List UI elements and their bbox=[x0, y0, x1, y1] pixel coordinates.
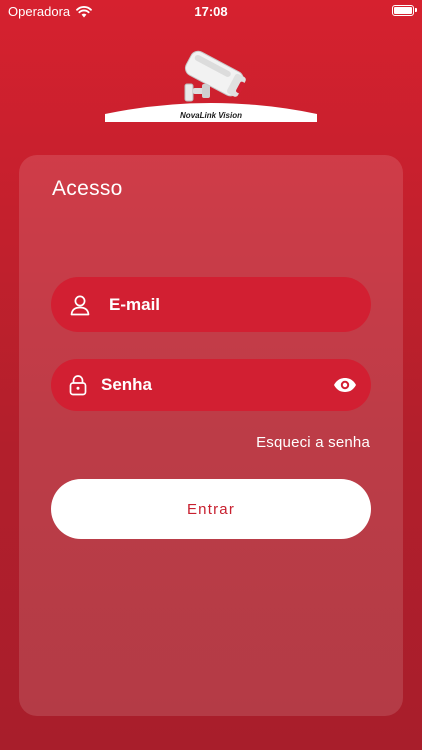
password-input[interactable] bbox=[101, 359, 321, 411]
app-logo: NovaLink Vision bbox=[105, 48, 317, 126]
login-title: Acesso bbox=[52, 177, 123, 200]
battery-icon bbox=[392, 5, 417, 16]
logo-brand-text: NovaLink Vision bbox=[180, 111, 242, 120]
email-field[interactable] bbox=[51, 277, 371, 332]
security-camera-icon bbox=[184, 50, 246, 102]
lock-icon bbox=[69, 374, 87, 396]
status-time: 17:08 bbox=[194, 4, 228, 19]
email-input[interactable] bbox=[109, 277, 349, 332]
forgot-password-link[interactable]: Esqueci a senha bbox=[256, 434, 370, 451]
login-button[interactable]: Entrar bbox=[51, 479, 371, 539]
password-field[interactable] bbox=[51, 359, 371, 411]
login-card: Acesso Esqueci a senha Ent bbox=[19, 155, 403, 716]
status-bar: Operadora 17:08 bbox=[0, 0, 422, 22]
eye-icon[interactable] bbox=[333, 377, 357, 393]
battery-level bbox=[394, 7, 412, 14]
user-icon bbox=[69, 294, 91, 316]
